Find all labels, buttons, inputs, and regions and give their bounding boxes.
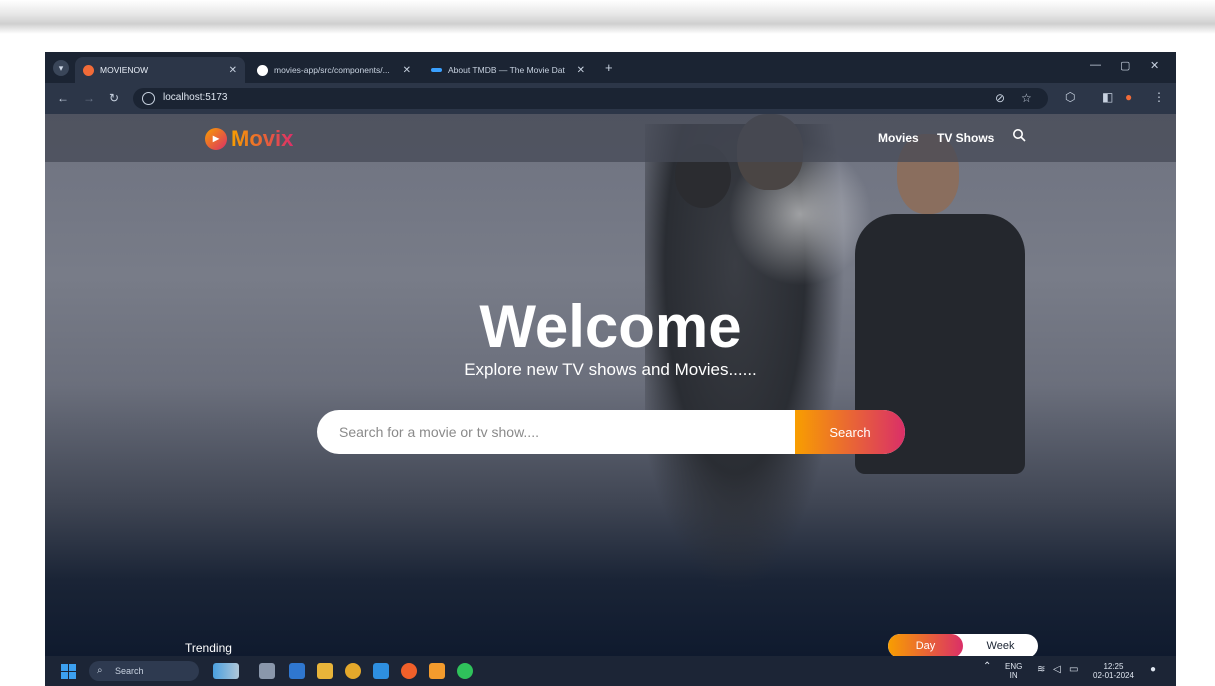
bookmark-star-icon[interactable]: ☆ — [1021, 91, 1032, 105]
language-indicator[interactable]: ENG IN — [1005, 662, 1022, 680]
hero-subtitle: Explore new TV shows and Movies...... — [464, 360, 757, 379]
windows-start-icon[interactable] — [61, 664, 76, 679]
trending-day-week-switch: Day Week — [888, 634, 1038, 656]
tab-label: MOVIENOW — [100, 65, 149, 75]
clock-time: 12:25 — [1103, 662, 1124, 671]
tab-movienow[interactable]: MOVIENOW ✕ — [75, 57, 245, 83]
clock[interactable]: 12:25 02-01-2024 — [1093, 662, 1134, 680]
close-tab-icon[interactable]: ✕ — [577, 65, 585, 76]
wifi-icon[interactable]: ≋ — [1037, 665, 1045, 675]
volume-icon[interactable]: ◁ — [1053, 665, 1061, 675]
tab-search-icon[interactable]: ▾ — [53, 60, 69, 76]
site-header: ▶ Movix Movies TV Shows — [45, 114, 1176, 162]
tab-tmdb[interactable]: About TMDB — The Movie Dat ✕ — [423, 57, 593, 83]
monitor-screen: ▾ MOVIENOW ✕ movies-app/src/components/.… — [45, 52, 1176, 686]
eye-off-icon[interactable]: ⊘ — [995, 91, 1005, 105]
maximize-icon[interactable]: ▢ — [1120, 59, 1130, 72]
hero-title: Welcome — [479, 293, 742, 360]
nav-tv-shows[interactable]: TV Shows — [937, 131, 994, 145]
vscode-icon[interactable] — [373, 663, 389, 679]
tab-label: movies-app/src/components/... — [274, 65, 390, 75]
minimize-icon[interactable]: — — [1090, 59, 1101, 71]
windows-taskbar: ⌕ Search ⌃ ENG IN ≋ ◁ ▭ 12:25 02-01-2024… — [45, 656, 1176, 686]
app-icon[interactable] — [429, 663, 445, 679]
new-tab-button[interactable]: + — [605, 60, 613, 75]
profile-avatar-icon[interactable]: ● — [1125, 90, 1132, 104]
movix-page: ▶ Movix Movies TV Shows Welcome Explore … — [45, 114, 1176, 656]
close-tab-icon[interactable]: ✕ — [403, 65, 411, 76]
logo-text: Movix — [231, 126, 294, 151]
photo-frame-shadow — [0, 0, 1215, 34]
file-explorer-icon[interactable] — [317, 663, 333, 679]
github-favicon-icon — [257, 64, 268, 76]
site-info-icon[interactable] — [142, 92, 155, 105]
movix-logo[interactable]: ▶ Movix — [205, 126, 293, 152]
widgets-icon[interactable] — [289, 663, 305, 679]
movienow-favicon-icon — [83, 64, 94, 76]
clock-date: 02-01-2024 — [1093, 671, 1134, 680]
switch-week[interactable]: Week — [963, 634, 1038, 656]
close-window-icon[interactable]: ✕ — [1150, 59, 1159, 72]
logo-mark-icon: ▶ — [205, 128, 227, 150]
back-icon[interactable]: ← — [57, 91, 69, 105]
search-icon[interactable] — [1012, 128, 1026, 142]
language-region: IN — [1009, 671, 1018, 680]
hero-search-bar: Search — [317, 410, 905, 454]
address-bar[interactable]: localhost:5173 ⊘ ☆ — [133, 88, 1048, 109]
browser-menu-icon[interactable]: ⋮ — [1153, 90, 1165, 104]
chrome-icon[interactable] — [345, 663, 361, 679]
battery-icon[interactable]: ▭ — [1069, 665, 1078, 675]
side-panel-icon[interactable]: ◧ — [1102, 90, 1113, 104]
browser-tab-strip: ▾ MOVIENOW ✕ movies-app/src/components/.… — [45, 52, 1176, 83]
switch-day[interactable]: Day — [888, 634, 963, 656]
reload-icon[interactable]: ↻ — [109, 91, 119, 105]
tmdb-favicon-icon — [431, 68, 442, 72]
weather-widget-icon[interactable] — [213, 663, 239, 679]
trending-heading: Trending — [185, 641, 232, 655]
browser-toolbar: ← → ↻ localhost:5173 ⊘ ☆ ⬡ ◧ ● ⋮ — [45, 83, 1176, 114]
firefox-icon[interactable] — [401, 663, 417, 679]
tab-github[interactable]: movies-app/src/components/... ✕ — [249, 57, 419, 83]
show-hidden-icons-icon[interactable]: ⌃ — [983, 662, 991, 672]
extensions-icon[interactable]: ⬡ — [1065, 90, 1075, 104]
nav-movies[interactable]: Movies — [878, 131, 919, 145]
notification-bell-icon[interactable]: ● — [1150, 665, 1156, 675]
search-input[interactable] — [317, 410, 795, 454]
task-view-icon[interactable] — [259, 663, 275, 679]
close-tab-icon[interactable]: ✕ — [229, 65, 237, 76]
taskbar-search-label: Search — [115, 666, 144, 676]
tab-label: About TMDB — The Movie Dat — [448, 65, 565, 75]
language-code: ENG — [1005, 662, 1023, 671]
search-icon: ⌕ — [97, 665, 103, 676]
whatsapp-icon[interactable] — [457, 663, 473, 679]
forward-icon[interactable]: → — [83, 91, 95, 105]
search-button[interactable]: Search — [795, 410, 905, 454]
taskbar-search[interactable]: ⌕ Search — [89, 661, 199, 681]
url-text: localhost:5173 — [163, 92, 228, 103]
